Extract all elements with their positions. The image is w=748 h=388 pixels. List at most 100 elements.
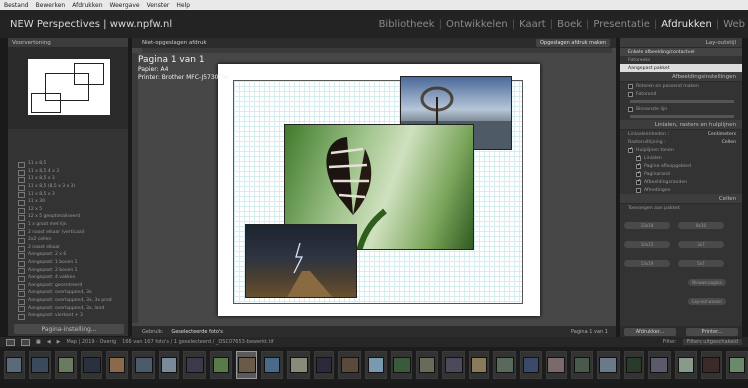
- filmstrip-thumbnail[interactable]: [132, 351, 155, 379]
- filmstrip-thumbnail[interactable]: [209, 351, 233, 379]
- filmstrip-thumbnail[interactable]: [81, 351, 103, 379]
- new-page-button[interactable]: Nieuwe pagina: [688, 279, 726, 286]
- photo-cell-storm[interactable]: [245, 224, 357, 298]
- template-item[interactable]: 11 x 8,5 4 x 3: [8, 168, 128, 176]
- template-item[interactable]: Aangepast: 2 x 6: [8, 251, 128, 259]
- cell-size-button[interactable]: 3x7: [678, 241, 724, 248]
- cells-header[interactable]: Cellen: [620, 194, 742, 204]
- menu-item-bestand[interactable]: Bestand: [4, 2, 29, 9]
- template-item[interactable]: 12 x 5: [8, 206, 128, 214]
- template-item[interactable]: Aangepast: vierkant + 3: [8, 312, 128, 320]
- use-selection-dropdown[interactable]: Geselecteerde foto's: [171, 329, 223, 335]
- filmstrip-thumbnail[interactable]: [546, 351, 567, 379]
- filmstrip-thumbnail[interactable]: [415, 351, 439, 379]
- ruler-units-dropdown[interactable]: Centimeters: [708, 132, 736, 137]
- guide-bleed-checkbox[interactable]: [636, 162, 641, 169]
- layout-style-header[interactable]: Lay-outstijl: [620, 38, 742, 48]
- filmstrip-thumbnail[interactable]: [442, 351, 465, 379]
- photo-border-option[interactable]: Fotorand: [620, 90, 742, 98]
- template-item[interactable]: Aangepast: overlappend, 3x, 3x prod: [8, 297, 128, 305]
- template-item[interactable]: 11 x 8,5: [8, 160, 128, 168]
- module-bibliotheek[interactable]: Bibliotheek: [379, 19, 435, 30]
- template-item[interactable]: 2x2 cellen: [8, 236, 128, 244]
- filmstrip-thumbnail[interactable]: [519, 351, 543, 379]
- filmstrip-thumbnail[interactable]: [391, 351, 412, 379]
- filmstrip-thumbnail[interactable]: [338, 351, 361, 379]
- filmstrip-thumbnail[interactable]: [313, 351, 335, 379]
- guide-dimensions-checkbox[interactable]: [636, 187, 641, 193]
- template-item[interactable]: 11 x 8,5 (8,5 x 3 x 3): [8, 183, 128, 191]
- style-picture-package[interactable]: Fotoreeks: [620, 56, 742, 64]
- filmstrip-thumbnail[interactable]: [236, 351, 257, 379]
- filmstrip-thumbnail[interactable]: [28, 351, 52, 379]
- template-item[interactable]: 2 naast elkaar (verticaal): [8, 228, 128, 236]
- filmstrip-thumbnail[interactable]: [597, 351, 620, 379]
- filmstrip-thumbnail[interactable]: [570, 351, 594, 379]
- guide-margins-checkbox[interactable]: [636, 170, 641, 177]
- guide-image-cells[interactable]: Afbeeldingsranden: [620, 178, 742, 186]
- template-item[interactable]: 2 naast elkaar: [8, 244, 128, 252]
- filmstrip-thumbnail[interactable]: [674, 351, 698, 379]
- grid-view-icon[interactable]: ▦: [36, 339, 41, 345]
- menu-item-afdrukken[interactable]: Afdrukken: [72, 2, 102, 9]
- guide-dimensions[interactable]: Afmetingen: [620, 186, 742, 194]
- printer-button[interactable]: Printer...: [686, 327, 738, 336]
- rotate-checkbox[interactable]: [628, 83, 633, 89]
- template-item[interactable]: Aangepast: 1 boven 1: [8, 259, 128, 267]
- filmstrip-thumbnail[interactable]: [493, 351, 516, 379]
- guide-image-cells-checkbox[interactable]: [636, 178, 641, 185]
- page-setup-button[interactable]: Pagina-instelling...: [14, 324, 124, 334]
- filmstrip-thumbnail[interactable]: [183, 351, 206, 379]
- template-item[interactable]: 1 x groot met lijn: [8, 221, 128, 229]
- module-presentatie[interactable]: Presentatie: [593, 19, 650, 30]
- filmstrip-thumbnail[interactable]: [55, 351, 78, 379]
- filmstrip-thumbnail[interactable]: [4, 351, 25, 379]
- image-settings-header[interactable]: Afbeeldingsinstellingen: [620, 72, 742, 82]
- display-1-icon[interactable]: [6, 338, 15, 346]
- filmstrip-thumbnail[interactable]: [701, 351, 722, 379]
- module-ontwikkelen[interactable]: Ontwikkelen: [446, 19, 508, 30]
- module-boek[interactable]: Boek: [557, 19, 582, 30]
- style-custom-package[interactable]: Aangepast pakket: [620, 64, 742, 72]
- style-single-image[interactable]: Enkele afbeelding/contactvel: [620, 48, 742, 56]
- template-item[interactable]: 11 x 8,5 x 3: [8, 175, 128, 183]
- filmstrip-thumbnail[interactable]: [106, 351, 129, 379]
- filmstrip-thumbnail[interactable]: [287, 351, 310, 379]
- clear-layout-button[interactable]: Lay-out wissen: [688, 298, 726, 305]
- module-web[interactable]: Web: [723, 19, 745, 30]
- template-item[interactable]: Aangepast: overlappend, 3x, land: [8, 304, 128, 312]
- template-item[interactable]: Aangepast: gecentreerd: [8, 282, 128, 290]
- filmstrip-thumbnail[interactable]: [158, 351, 180, 379]
- inner-stroke-option[interactable]: Binnenste lijn: [620, 105, 742, 113]
- menu-item-help[interactable]: Help: [176, 2, 190, 9]
- photo-border-checkbox[interactable]: [628, 91, 633, 97]
- filmstrip-thumbnail[interactable]: [364, 351, 388, 379]
- cell-size-button[interactable]: 13x18: [624, 222, 670, 229]
- print-settings-button[interactable]: Afdrukker...: [624, 327, 676, 336]
- filmstrip-source[interactable]: Map | 2019 - Overig: [66, 339, 116, 345]
- filmstrip-thumbnail[interactable]: [468, 351, 490, 379]
- template-item[interactable]: Aangepast: overlappend, 3x: [8, 289, 128, 297]
- guide-rulers-checkbox[interactable]: [636, 154, 641, 161]
- cell-size-button[interactable]: 10x15: [624, 241, 670, 248]
- display-2-icon[interactable]: [21, 338, 30, 346]
- menu-item-weergave[interactable]: Weergave: [110, 2, 140, 9]
- forward-arrow-icon[interactable]: ▶: [57, 339, 61, 345]
- cell-size-button[interactable]: 13x19: [624, 260, 670, 267]
- back-arrow-icon[interactable]: ◀: [47, 339, 51, 345]
- grid-snap-dropdown[interactable]: Cellen: [722, 140, 736, 145]
- preview-panel-header[interactable]: Voorvertoning: [8, 38, 128, 47]
- save-print-button[interactable]: Opgeslagen afdruk maken: [535, 39, 610, 47]
- inner-stroke-checkbox[interactable]: [628, 106, 633, 112]
- rotate-to-fit-option[interactable]: Roteren en passend maken: [620, 82, 742, 90]
- template-item[interactable]: 11 x 8,5 x 3: [8, 190, 128, 198]
- template-item[interactable]: 11 x 30: [8, 198, 128, 206]
- filter-dropdown[interactable]: Filters uitgeschakeld: [682, 339, 742, 345]
- filmstrip-thumbnail[interactable]: [260, 351, 284, 379]
- template-item[interactable]: Aangepast: 4 vakken: [8, 274, 128, 282]
- menu-item-venster[interactable]: Venster: [147, 2, 170, 9]
- inner-stroke-slider[interactable]: [630, 115, 734, 118]
- module-kaart[interactable]: Kaart: [519, 19, 546, 30]
- cell-size-button[interactable]: 8x10: [678, 222, 724, 229]
- photo-border-slider[interactable]: [630, 100, 734, 103]
